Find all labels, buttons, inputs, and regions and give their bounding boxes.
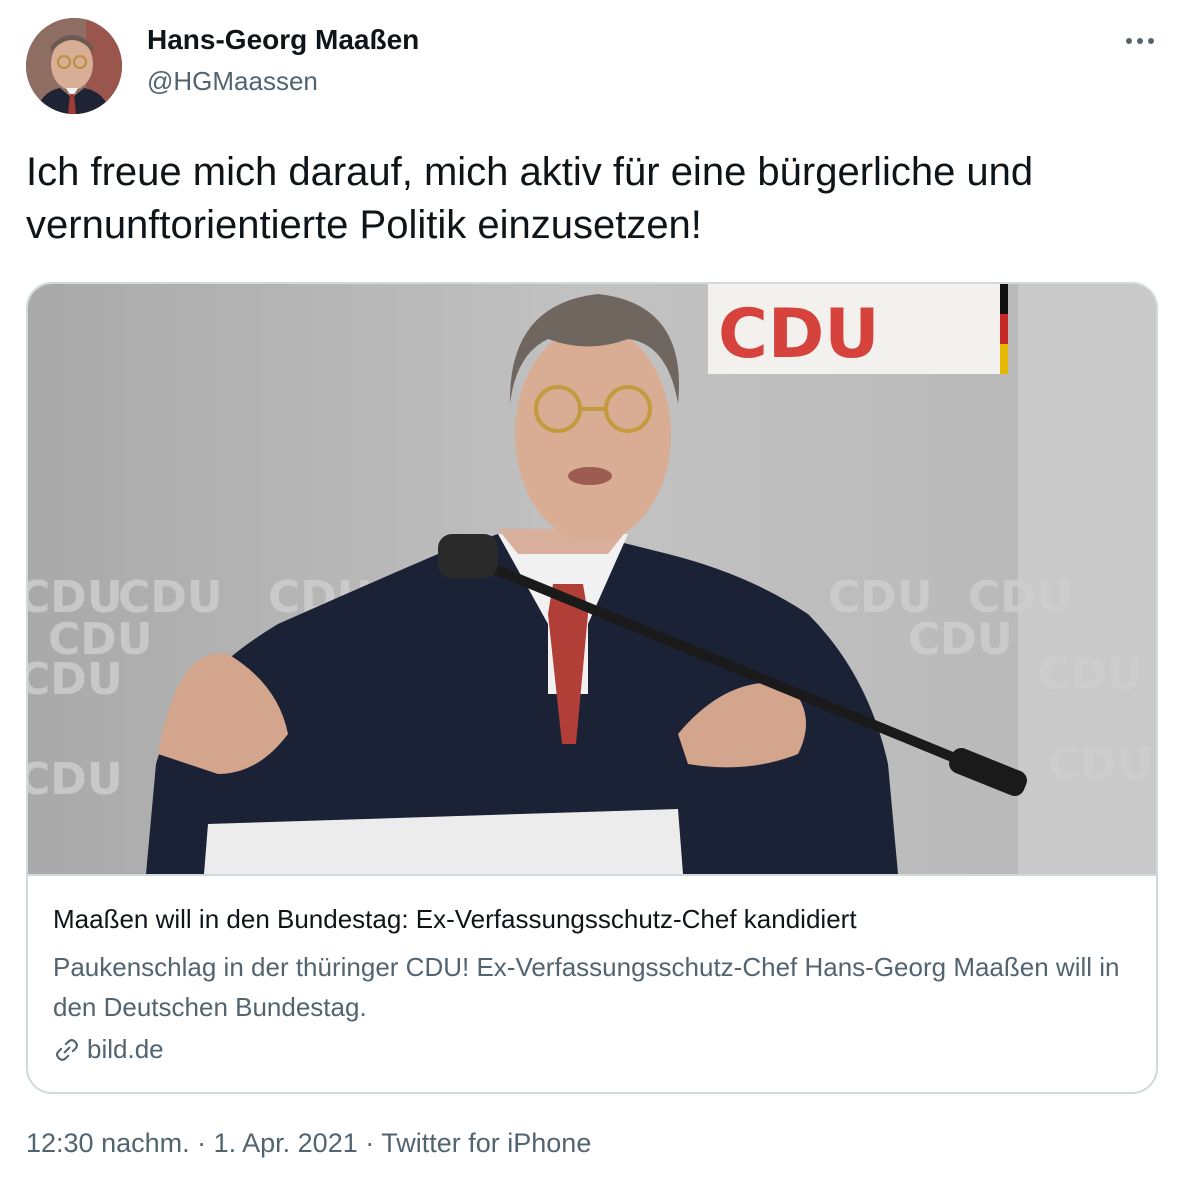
svg-text:CDU: CDU xyxy=(28,654,123,705)
svg-text:CDU: CDU xyxy=(1038,649,1143,700)
tweet-text: Ich freue mich darauf, mich aktiv für ei… xyxy=(26,150,1034,247)
tweet-meta: 12:30 nachm. · 1. Apr. 2021 · Twitter fo… xyxy=(26,1128,591,1159)
card-source-link[interactable]: bild.de xyxy=(53,1034,164,1065)
tweet-time[interactable]: 12:30 nachm. xyxy=(26,1128,190,1158)
more-options-icon[interactable] xyxy=(1118,26,1162,56)
svg-text:CDU: CDU xyxy=(28,754,123,805)
link-card[interactable]: CDU CDU CDU CDU CDU CDU CDU CDU CDU CDU … xyxy=(26,282,1158,1094)
card-title[interactable]: Maaßen will in den Bundestag: Ex-Verfass… xyxy=(53,904,857,935)
avatar[interactable] xyxy=(26,18,122,114)
card-divider xyxy=(28,874,1156,876)
card-description[interactable]: Paukenschlag in der thüringer CDU! Ex-Ve… xyxy=(53,947,1133,1027)
link-icon xyxy=(56,1038,78,1061)
card-source-domain: bild.de xyxy=(87,1034,164,1064)
svg-text:CDU: CDU xyxy=(908,614,1013,665)
meta-separator: · xyxy=(357,1128,382,1158)
cdu-banner-text: CDU xyxy=(718,295,880,374)
avatar-photo xyxy=(26,18,122,114)
meta-separator: · xyxy=(189,1128,214,1158)
card-image[interactable]: CDU CDU CDU CDU CDU CDU CDU CDU CDU CDU … xyxy=(28,284,1156,874)
tweet-date[interactable]: 1. Apr. 2021 xyxy=(214,1128,358,1158)
user-handle[interactable]: @HGMaassen xyxy=(147,66,318,97)
svg-text:CDU: CDU xyxy=(1048,739,1153,790)
tweet-client[interactable]: Twitter for iPhone xyxy=(381,1128,591,1158)
display-name[interactable]: Hans-Georg Maaßen xyxy=(147,24,419,56)
